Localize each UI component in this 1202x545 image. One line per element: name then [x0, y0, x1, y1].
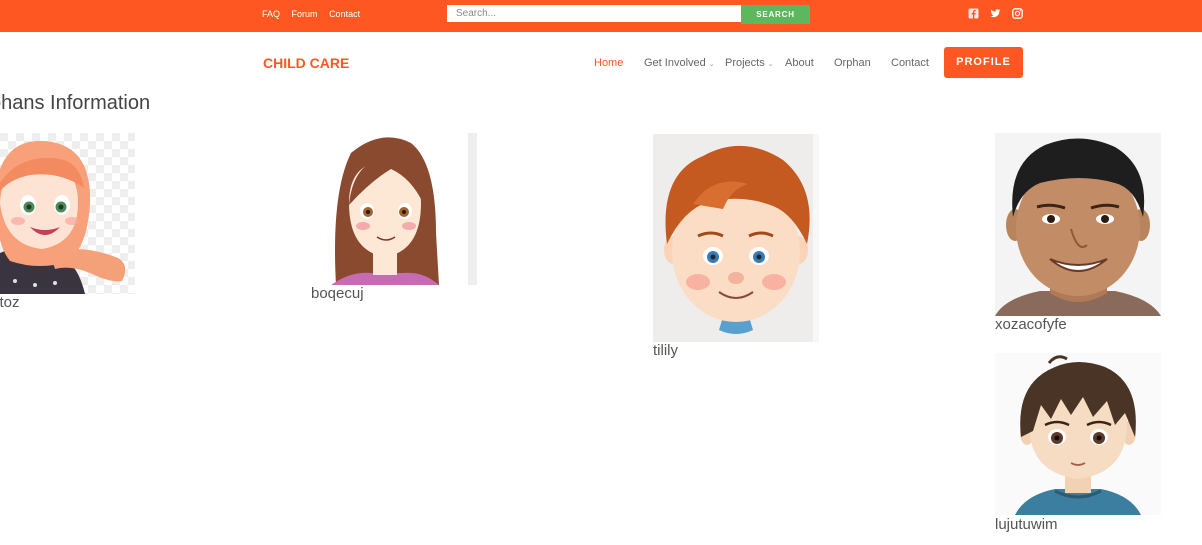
girl-long-hair-avatar[interactable] [311, 133, 477, 285]
nav-projects[interactable]: Projects ⌄ [725, 57, 774, 69]
orphan-name: lujutuwim [995, 516, 1058, 533]
nav-contact-label: Contact [891, 57, 929, 69]
orphan-name: tilily [653, 342, 678, 359]
top-links: FAQ Forum Contact [262, 9, 369, 19]
search-input[interactable] [447, 5, 741, 22]
boy-anime-avatar[interactable] [995, 353, 1161, 515]
nav-orphan[interactable]: Orphan [834, 57, 871, 69]
search-button[interactable]: SEARCH [741, 5, 810, 24]
nav-projects-label: Projects [725, 57, 765, 69]
chevron-down-icon: ⌄ [708, 61, 715, 68]
top-bar: FAQ Forum Contact SEARCH [0, 0, 1202, 32]
nav-get-involved-label: Get Involved [644, 57, 706, 69]
brand-logo[interactable]: CHILD CARE [263, 55, 349, 71]
facebook-icon[interactable] [968, 8, 979, 19]
orphan-name: xozacofyfe [995, 316, 1067, 333]
faq-link[interactable]: FAQ [262, 9, 280, 19]
instagram-icon[interactable] [1012, 8, 1023, 19]
twitter-icon[interactable] [990, 8, 1001, 19]
boy-red-hair-avatar[interactable] [653, 134, 819, 342]
orphan-name: ytoz [0, 294, 20, 311]
orphan-name: boqecuj [311, 285, 364, 302]
forum-link[interactable]: Forum [292, 9, 318, 19]
nav-get-involved[interactable]: Get Involved ⌄ [644, 57, 715, 69]
nav-contact[interactable]: Contact [891, 57, 929, 69]
nav-home[interactable]: Home [594, 57, 623, 69]
page-title: phans Information [0, 92, 151, 114]
nav-about-label: About [785, 57, 814, 69]
profile-button[interactable]: PROFILE [944, 47, 1023, 78]
nav-orphan-label: Orphan [834, 57, 871, 69]
girl-hijab-avatar[interactable] [0, 133, 135, 294]
main-navbar: CHILD CARE Home Get Involved ⌄ Projects ⌄ … [0, 32, 1202, 92]
nav-about[interactable]: About [785, 57, 814, 69]
contact-top-link[interactable]: Contact [329, 9, 360, 19]
nav-home-label: Home [594, 57, 624, 69]
boy-smiling-avatar[interactable] [995, 133, 1161, 316]
chevron-down-icon: ⌄ [767, 61, 774, 68]
